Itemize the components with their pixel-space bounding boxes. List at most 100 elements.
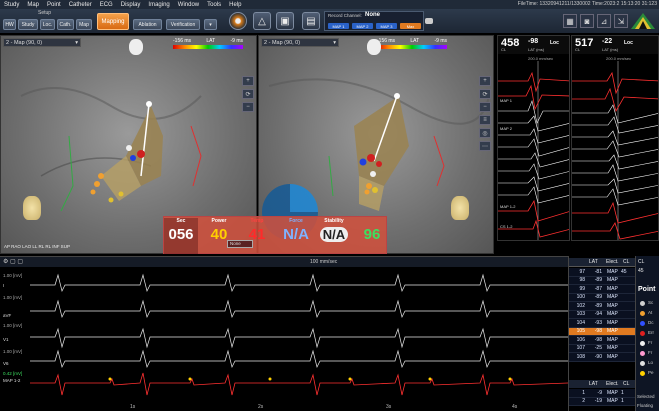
ic-header-left: 458 -98 Loc CL LAT (ms) — [498, 36, 569, 54]
menu-ecg[interactable]: ECG — [96, 2, 117, 8]
table-cell: MAP — [607, 277, 618, 284]
loc-button[interactable]: Loc. — [40, 19, 55, 30]
table-row[interactable]: 97 -81 MAP 45 — [569, 268, 635, 277]
point-type-label[interactable]: Err — [648, 330, 654, 335]
table-cell: MAP — [607, 398, 618, 405]
target-icon[interactable]: ◎ — [479, 128, 491, 138]
menu-help[interactable]: Help — [225, 2, 245, 8]
menu-study[interactable]: Study — [0, 2, 23, 8]
table-cell: MAP — [607, 311, 618, 318]
point-type-dot-icon — [640, 331, 645, 336]
ecg-settings-icon[interactable]: ⚙ ▢ ▢ — [3, 258, 23, 265]
menu-imaging[interactable]: Imaging — [144, 2, 173, 8]
rec-chip-map2[interactable]: MAP 2 — [352, 23, 373, 29]
verification-button[interactable]: Verification — [166, 19, 200, 30]
zoom-in-icon[interactable]: + — [479, 76, 491, 86]
torso-orientation-icon[interactable] — [23, 196, 41, 220]
point-type-label[interactable]: Fr — [648, 340, 652, 345]
ic-panel-right[interactable]: 517 -22 Loc CL LAT (ms) 200.0 mm/sec — [571, 35, 659, 241]
triangle-map-icon[interactable]: △ — [253, 12, 271, 30]
point-type-label[interactable]: Sc — [648, 300, 653, 305]
menu-catheter[interactable]: Catheter — [65, 2, 96, 8]
point-type-label[interactable]: Dc — [648, 320, 654, 325]
rec-chip-max[interactable]: Max — [400, 23, 421, 29]
toolbar: Setup HW Study Loc. Cath. Map Mapping Ab… — [0, 9, 659, 33]
table-cell: -87 — [594, 285, 602, 292]
table-cell: -98 — [594, 328, 602, 335]
table-cell: -25 — [594, 345, 602, 352]
map-button[interactable]: Map — [76, 19, 92, 30]
table-row[interactable]: 98 -89 MAP — [569, 276, 635, 285]
table-cell: -94 — [594, 311, 602, 318]
ic-header-right: 517 -22 Loc CL LAT (ms) — [572, 36, 658, 54]
table-cell: MAP — [607, 353, 618, 360]
record-channel-label: Record Channel: — [328, 13, 362, 18]
table-cell: 102 — [576, 302, 585, 309]
table-cell: -98 — [594, 336, 602, 343]
setup-label: Setup — [38, 10, 52, 16]
hw-button[interactable]: HW — [3, 19, 16, 30]
table-row[interactable]: 108 -90 MAP — [569, 353, 635, 362]
view-layout-icon[interactable]: ▦ — [563, 14, 577, 28]
ecg-speed: 100 mm/sec — [310, 259, 338, 265]
expand-icon[interactable]: ⇲ — [614, 14, 628, 28]
record-target-icon[interactable] — [229, 12, 247, 30]
more-icon[interactable]: ⋯ — [479, 141, 491, 151]
chevron-down-icon[interactable]: ▾ — [204, 19, 217, 30]
table-row[interactable]: 102 -89 MAP — [569, 302, 635, 311]
table-cell: 100 — [576, 294, 585, 301]
point-type-label[interactable]: At — [648, 310, 652, 315]
zoom-in-icon[interactable]: + — [242, 76, 254, 86]
point-type-label[interactable]: Fr — [648, 350, 652, 355]
table-row[interactable]: 100 -89 MAP — [569, 293, 635, 302]
table-row[interactable]: 107 -25 MAP — [569, 344, 635, 353]
surface-ecg-panel[interactable]: ⚙ ▢ ▢ 100 mm/sec 1.00 [mV] I 1.00 [mV] a… — [0, 256, 568, 411]
record-slider-handle[interactable] — [425, 18, 433, 24]
table-row[interactable]: 106 -98 MAP — [569, 336, 635, 345]
table-row[interactable]: 99 -87 MAP — [569, 285, 635, 294]
zoom-out-icon[interactable]: − — [242, 102, 254, 112]
menu-window[interactable]: Window — [174, 2, 203, 8]
rec-chip-map1[interactable]: MAP 1 — [328, 23, 349, 29]
points-table-header-2: LAT Elect. CL — [569, 380, 635, 388]
ic-panel-left[interactable]: 458 -98 Loc CL LAT (ms) 200.0 mm/sec MAP… — [497, 35, 570, 241]
layers-icon[interactable]: ≡ — [479, 115, 491, 125]
monitor-icon[interactable]: ▤ — [302, 12, 320, 30]
table-cell: 103 — [576, 311, 585, 318]
ruler-icon[interactable]: ⊿ — [597, 14, 611, 28]
screen-capture-icon[interactable]: ▣ — [276, 12, 294, 30]
cath-button[interactable]: Cath. — [57, 19, 74, 30]
rec-chip-map3[interactable]: MAP 3 — [376, 23, 397, 29]
menu-display[interactable]: Display — [117, 2, 145, 8]
table-row[interactable]: 2 -19 MAP 1 — [569, 397, 635, 406]
ablation-channel-dropdown[interactable]: None — [227, 240, 253, 248]
table-row[interactable]: 104 -93 MAP — [569, 319, 635, 328]
table-cell: MAP — [607, 302, 618, 309]
camera-icon[interactable]: ◙ — [580, 14, 594, 28]
table-cell: -89 — [594, 277, 602, 284]
view-presets-left[interactable]: AP RAO LAO LL RL RL INF SUP — [4, 244, 70, 249]
point-type-label[interactable]: Lo — [648, 360, 653, 365]
rotate-icon[interactable]: ⟳ — [242, 89, 254, 99]
study-button[interactable]: Study — [18, 19, 38, 30]
rotate-icon[interactable]: ⟳ — [479, 89, 491, 99]
ablation-readout-panel: Sec 056 Power 40 Temp 41 Force N/A Stabi… — [163, 216, 387, 254]
ecg-toolbar: ⚙ ▢ ▢ 100 mm/sec — [0, 257, 568, 267]
carto-logo-icon — [631, 13, 655, 29]
table-row[interactable]: 103 -94 MAP — [569, 310, 635, 319]
menu-point[interactable]: Point — [43, 2, 65, 8]
torso-orientation-icon[interactable] — [451, 196, 469, 220]
point-type-label[interactable]: Pe — [648, 370, 654, 375]
table-cell: -19 — [594, 398, 602, 405]
table-row[interactable]: 1 -9 MAP 1 — [569, 389, 635, 398]
points-table-body-2: 1 -9 MAP 1 2 -19 MAP 1 — [569, 389, 635, 406]
table-cell: 97 — [579, 268, 585, 275]
zoom-out-icon[interactable]: − — [479, 102, 491, 112]
ablation-button[interactable]: Ablation — [133, 19, 162, 30]
file-time-readout: FileTime: 13320941211/1330002 Time:2023:… — [517, 1, 657, 7]
mapping-button[interactable]: Mapping — [97, 13, 129, 30]
menu-tools[interactable]: Tools — [203, 2, 225, 8]
point-sidebar-title: Point — [638, 286, 656, 293]
menu-map[interactable]: Map — [23, 2, 43, 8]
table-row[interactable]: 105 -98 MAP — [569, 327, 635, 336]
